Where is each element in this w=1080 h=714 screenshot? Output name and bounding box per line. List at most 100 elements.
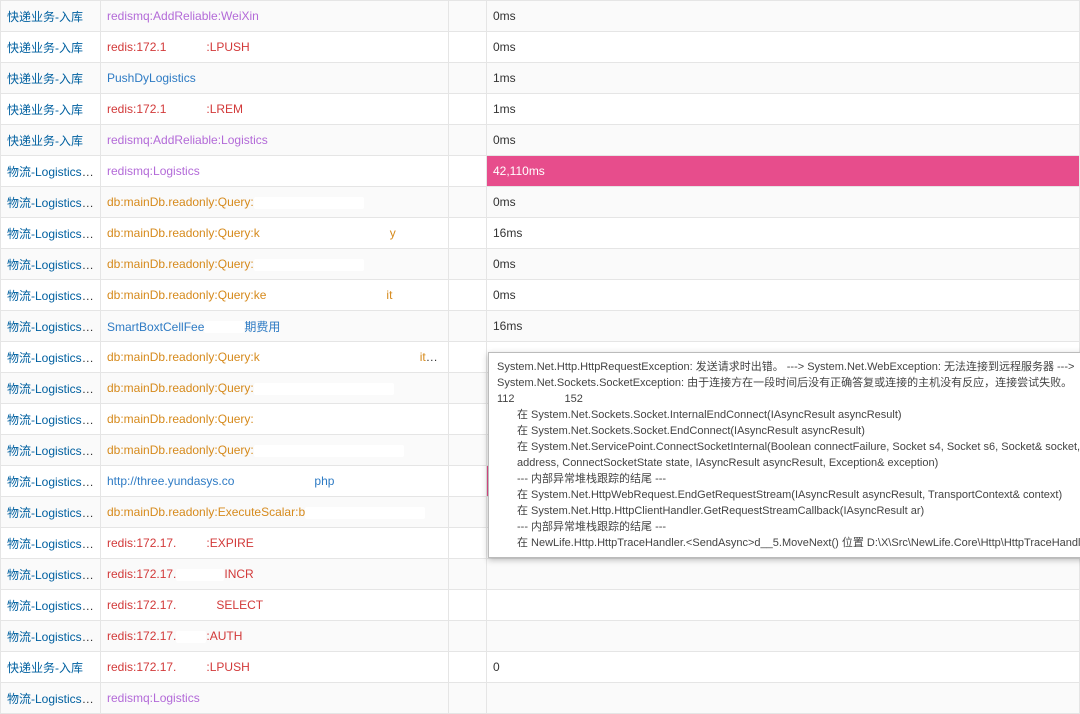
table-row: 物流-LogisticsTaskSmartBoxtCellFee期费用16ms xyxy=(1,311,1080,342)
category-link[interactable]: 物流-LogisticsTask xyxy=(7,599,101,613)
table-row: 物流-LogisticsTask db:mainDb.readonly:Query… xyxy=(1,187,1080,218)
operation-link[interactable]: db:mainDb.readonly:Query: xyxy=(107,443,404,457)
table-row: 物流-LogisticsTask redis:172.17.:AUTH xyxy=(1,621,1080,652)
operation-link[interactable]: redismq:Logistics xyxy=(107,164,200,178)
duration-cell xyxy=(487,590,1080,621)
spacer-cell xyxy=(449,590,487,621)
duration-cell: 0ms xyxy=(487,1,1080,32)
operation-link[interactable]: SmartBoxtCellFee期费用 xyxy=(107,320,280,334)
err-line: 在 System.Net.Sockets.Socket.InternalEndC… xyxy=(497,407,1080,423)
operation-link[interactable]: redis:172.1:LPUSH xyxy=(107,40,250,54)
redaction xyxy=(204,321,244,333)
operation-link[interactable]: PushDyLogistics xyxy=(107,71,196,85)
spacer-cell xyxy=(449,342,487,373)
category-link[interactable]: 快递业务-入库 xyxy=(7,41,83,55)
category-link[interactable]: 物流-LogisticsTask xyxy=(7,227,101,241)
spacer-cell xyxy=(449,466,487,497)
category-link[interactable]: 快递业务-入库 xyxy=(7,103,83,117)
operation-text-suffix: :EXPIRE xyxy=(206,536,253,550)
operation-link[interactable]: db:mainDb.readonly:ExecuteScalar:b xyxy=(107,505,425,519)
category-link[interactable]: 物流-LogisticsTask xyxy=(7,320,101,334)
redaction xyxy=(176,631,206,643)
spacer-cell xyxy=(449,683,487,714)
duration-cell: 42,110ms xyxy=(487,156,1080,187)
spacer-cell xyxy=(449,187,487,218)
operation-link[interactable]: db:mainDb.readonly:Query: xyxy=(107,412,394,426)
spacer-cell xyxy=(449,156,487,187)
category-link[interactable]: 物流-LogisticsTask xyxy=(7,506,101,520)
spacer-cell xyxy=(449,311,487,342)
operation-link[interactable]: db:mainDb.readonly:Query: xyxy=(107,257,364,271)
operation-link[interactable]: redismq:Logistics xyxy=(107,691,200,705)
table-row: 快递业务-入库redis:172.1:LREM1ms xyxy=(1,94,1080,125)
operation-text-suffix: :LPUSH xyxy=(206,660,249,674)
category-link[interactable]: 物流-LogisticsTask xyxy=(7,351,101,365)
operation-text-suffix: it xyxy=(386,288,392,302)
table-row: 物流-LogisticsTask db:mainDb.readonly:Query… xyxy=(1,218,1080,249)
operation-link[interactable]: redis:172.17.:LPUSH xyxy=(107,660,250,674)
category-link[interactable]: 物流-LogisticsTask xyxy=(7,196,101,210)
operation-text-suffix: y xyxy=(390,226,396,240)
operation-text: db:mainDb.readonly:Query: xyxy=(107,195,254,209)
category-link[interactable]: 物流-LogisticsTask xyxy=(7,630,101,644)
category-link[interactable]: 物流-LogisticsTask xyxy=(7,692,101,706)
operation-link[interactable]: redismq:AddReliable:Logistics xyxy=(107,133,268,147)
table-row: 物流-LogisticsTask redis:172.17. INCR xyxy=(1,559,1080,590)
table-row: 物流-LogisticsTask db:mainDb.readonly:Query… xyxy=(1,249,1080,280)
category-link[interactable]: 物流-LogisticsTask xyxy=(7,568,101,582)
operation-link[interactable]: redis:172.17.:EXPIRE xyxy=(107,536,254,550)
operation-text: db:mainDb.readonly:Query:ke xyxy=(107,288,266,302)
redaction xyxy=(166,104,206,116)
category-link[interactable]: 物流-LogisticsTask xyxy=(7,165,101,179)
duration-cell: 0ms xyxy=(487,32,1080,63)
redaction xyxy=(254,414,394,426)
operation-link[interactable]: redis:172.17. INCR xyxy=(107,567,254,581)
category-link[interactable]: 物流-LogisticsTask xyxy=(7,258,101,272)
err-line: System.Net.Http.HttpRequestException: 发送… xyxy=(497,361,1074,373)
redaction xyxy=(254,383,394,395)
operation-text: db:mainDb.readonly:Query: xyxy=(107,381,254,395)
operation-text-suffix: ite_… xyxy=(420,350,449,364)
table-row: 快递业务-入库redis:172.17.:LPUSH0 xyxy=(1,652,1080,683)
operation-text: db:mainDb.readonly:Query: xyxy=(107,257,254,271)
operation-link[interactable]: db:mainDb.readonly:Query: xyxy=(107,195,364,209)
duration-cell: 0ms xyxy=(487,187,1080,218)
operation-text: PushDyLogistics xyxy=(107,71,196,85)
err-line: 152 xyxy=(565,393,583,405)
category-link[interactable]: 物流-LogisticsTask xyxy=(7,289,101,303)
category-link[interactable]: 快递业务-入库 xyxy=(7,10,83,24)
category-link[interactable]: 快递业务-入库 xyxy=(7,661,83,675)
operation-text: redismq:Logistics xyxy=(107,164,200,178)
spacer-cell xyxy=(449,435,487,466)
category-link[interactable]: 物流-LogisticsTask xyxy=(7,537,101,551)
category-link[interactable]: 物流-LogisticsTask xyxy=(7,382,101,396)
err-line: 112 xyxy=(497,393,515,405)
category-link[interactable]: 物流-LogisticsTask xyxy=(7,413,101,427)
category-link[interactable]: 物流-LogisticsTask xyxy=(7,475,101,489)
operation-text: redis:172.17. xyxy=(107,567,176,581)
operation-link[interactable]: http://three.yundasys.cophp xyxy=(107,474,334,488)
operation-text-suffix: INCR xyxy=(224,567,253,581)
operation-link[interactable]: db:mainDb.readonly:Query:ky xyxy=(107,226,396,240)
category-link[interactable]: 物流-LogisticsTask xyxy=(7,444,101,458)
operation-text: db:mainDb.readonly:Query:k xyxy=(107,350,260,364)
operation-link[interactable]: db:mainDb.readonly:Query:k ite_… xyxy=(107,350,449,364)
operation-link[interactable]: db:mainDb.readonly:Query:ke it xyxy=(107,288,392,302)
operation-link[interactable]: redismq:AddReliable:WeiXin xyxy=(107,9,259,23)
operation-link[interactable]: db:mainDb.readonly:Query: xyxy=(107,381,394,395)
operation-text: redis:172.17. xyxy=(107,629,176,643)
spacer-cell xyxy=(449,280,487,311)
table-row: 快递业务-入库 redismq:AddReliable:WeiXin 0ms xyxy=(1,1,1080,32)
operation-text: redismq:AddReliable:WeiXin xyxy=(107,9,259,23)
table-row: 物流-LogisticsTask redis:172.17.SELECT xyxy=(1,590,1080,621)
operation-link[interactable]: redis:172.17.SELECT xyxy=(107,598,263,612)
table-row: 快递业务-入库PushDyLogistics1ms xyxy=(1,63,1080,94)
spacer-cell xyxy=(449,94,487,125)
spacer-cell xyxy=(449,404,487,435)
operation-link[interactable]: redis:172.17.:AUTH xyxy=(107,629,242,643)
category-link[interactable]: 快递业务-入库 xyxy=(7,72,83,86)
operation-link[interactable]: redis:172.1:LREM xyxy=(107,102,243,116)
category-link[interactable]: 快递业务-入库 xyxy=(7,134,83,148)
spacer-cell xyxy=(449,249,487,280)
err-line: System.Net.Sockets.SocketException: 由于连接… xyxy=(497,377,1072,389)
